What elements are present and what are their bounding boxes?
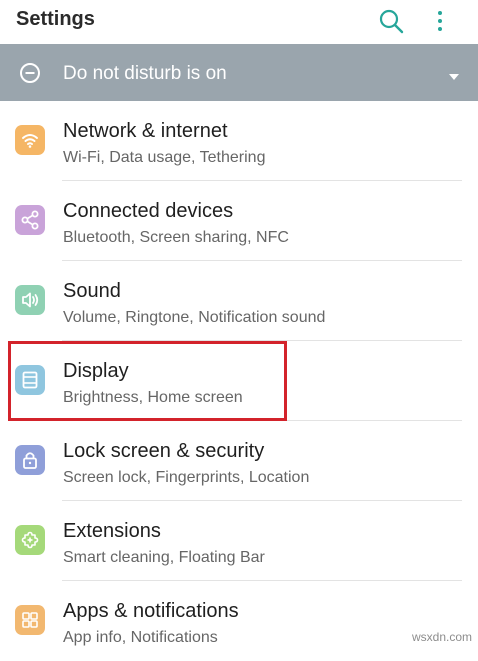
settings-item-network[interactable]: Network & internet Wi-Fi, Data usage, Te… [0, 101, 478, 181]
do-not-disturb-label: Do not disturb is on [63, 63, 227, 84]
puzzle-icon [15, 525, 45, 555]
settings-item-subtitle: Wi-Fi, Data usage, Tethering [63, 149, 266, 166]
settings-item-subtitle: App info, Notifications [63, 629, 218, 646]
do-not-disturb-icon [18, 61, 42, 85]
settings-item-sound[interactable]: Sound Volume, Ringtone, Notification sou… [0, 261, 478, 341]
app-bar: Settings [0, 0, 478, 44]
settings-item-extensions[interactable]: Extensions Smart cleaning, Floating Bar [0, 501, 478, 581]
share-icon [15, 205, 45, 235]
settings-item-subtitle: Screen lock, Fingerprints, Location [63, 469, 310, 486]
settings-item-subtitle: Volume, Ringtone, Notification sound [63, 309, 326, 326]
settings-item-connected-devices[interactable]: Connected devices Bluetooth, Screen shar… [0, 181, 478, 261]
more-vert-icon[interactable] [430, 6, 450, 36]
settings-item-subtitle: Smart cleaning, Floating Bar [63, 549, 265, 566]
settings-item-title: Sound [63, 280, 121, 302]
settings-item-apps-notifications[interactable]: Apps & notifications App info, Notificat… [0, 581, 478, 661]
settings-item-title: Network & internet [63, 120, 228, 142]
apps-grid-icon [15, 605, 45, 635]
settings-item-subtitle: Bluetooth, Screen sharing, NFC [63, 229, 289, 246]
speaker-icon [15, 285, 45, 315]
do-not-disturb-banner[interactable]: Do not disturb is on [0, 44, 478, 101]
settings-item-lock-screen[interactable]: Lock screen & security Screen lock, Fing… [0, 421, 478, 501]
settings-item-title: Apps & notifications [63, 600, 239, 622]
display-highlight-box [8, 341, 287, 421]
watermark: wsxdn.com [412, 630, 473, 644]
wifi-icon [15, 125, 45, 155]
lock-icon [15, 445, 45, 475]
search-icon[interactable] [376, 6, 406, 36]
settings-item-title: Extensions [63, 520, 161, 542]
settings-item-title: Lock screen & security [63, 440, 265, 462]
chevron-down-icon[interactable] [448, 68, 460, 80]
settings-item-title: Connected devices [63, 200, 234, 222]
page-title: Settings [16, 8, 95, 30]
